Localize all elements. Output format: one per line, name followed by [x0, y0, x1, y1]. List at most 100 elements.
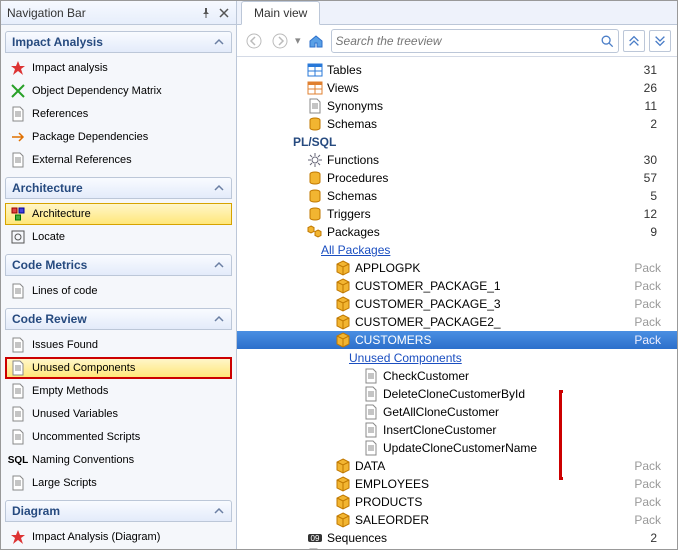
search-icon[interactable] — [600, 34, 614, 48]
tree-label: Triggers — [327, 207, 371, 221]
tree-row[interactable]: Views26 — [237, 79, 677, 97]
seq-icon — [307, 530, 323, 546]
tree-row[interactable]: EMPLOYEESPack — [237, 475, 677, 493]
tree-row[interactable]: Packages9 — [237, 223, 677, 241]
tree-row[interactable]: DeleteCloneCustomerById — [237, 385, 677, 403]
tree-section[interactable]: PL/SQL — [237, 133, 677, 151]
nav-item-label: Uncommented Scripts — [32, 431, 140, 443]
nav-item[interactable]: Unused Variables — [5, 403, 232, 425]
tree-label: EMPLOYEES — [355, 477, 429, 491]
close-icon[interactable] — [218, 7, 230, 19]
tree-row[interactable]: CUSTOMER_PACKAGE2_Pack — [237, 313, 677, 331]
tree-label: DATA — [355, 459, 385, 473]
nav-item-label: Architecture — [32, 208, 91, 220]
method-icon — [363, 422, 379, 438]
tree-row[interactable]: APPLOGPKPack — [237, 259, 677, 277]
tree-row[interactable]: PRODUCTSPack — [237, 493, 677, 511]
tree-type-label: Pack — [634, 513, 663, 527]
tree-count: 30 — [644, 153, 663, 167]
tree-row[interactable]: UpdateCloneCustomerName — [237, 439, 677, 457]
nav-item-label: External References — [32, 154, 132, 166]
group-header[interactable]: Diagram — [5, 500, 232, 522]
tree-row[interactable]: Tables31 — [237, 61, 677, 79]
nav-item[interactable]: Object Dependency Matrix — [5, 80, 232, 102]
tree-row[interactable]: Schemas2 — [237, 115, 677, 133]
nav-item-label: Package Dependencies — [32, 131, 148, 143]
nav-item[interactable]: Uncommented Scripts — [5, 426, 232, 448]
group-title: Code Review — [12, 312, 87, 326]
tree-row[interactable]: SALEORDER Pack — [237, 511, 677, 529]
nav-item[interactable]: SQLNaming Conventions — [5, 449, 232, 471]
nav-item[interactable]: Impact Analysis (Diagram) — [5, 526, 232, 548]
pkg-icon — [335, 476, 351, 492]
nav-item[interactable]: Architecture — [5, 203, 232, 225]
tree-label: SALEORDER — [355, 513, 429, 527]
nav-item[interactable]: Package Dependencies — [5, 126, 232, 148]
tree-label: All Packages — [321, 243, 390, 257]
pkg-icon — [335, 458, 351, 474]
sql-icon: SQL — [10, 452, 26, 468]
tree-type-label: Pack — [634, 333, 663, 347]
nav-item[interactable]: Locate — [5, 226, 232, 248]
nav-item[interactable]: Large Scripts — [5, 472, 232, 494]
search-input[interactable] — [336, 34, 600, 48]
tree-row[interactable]: CheckCustomer — [237, 367, 677, 385]
collapse-up-button[interactable] — [623, 30, 645, 52]
tree-row[interactable]: Synonyms11 — [237, 97, 677, 115]
nav-item[interactable]: Issues Found — [5, 334, 232, 356]
tree-row[interactable]: DATA Pack — [237, 457, 677, 475]
tree-row[interactable]: Schemas5 — [237, 187, 677, 205]
nav-item[interactable]: Impact analysis — [5, 57, 232, 79]
group-header[interactable]: Code Review — [5, 308, 232, 330]
back-button[interactable] — [243, 30, 265, 52]
tree-count: 11 — [645, 99, 663, 113]
tree-row[interactable]: Sequences2 — [237, 529, 677, 547]
search-box[interactable] — [331, 29, 619, 53]
toolbar: ▾ — [237, 25, 677, 57]
tree-row[interactable]: CUSTOMER_PACKAGE_1Pack — [237, 277, 677, 295]
nav-item[interactable]: Empty Methods — [5, 380, 232, 402]
tree-type-label: Pack — [634, 315, 663, 329]
nav-item-label: References — [32, 108, 88, 120]
expand-down-button[interactable] — [649, 30, 671, 52]
unused-icon — [10, 360, 26, 376]
nav-item[interactable]: References — [5, 103, 232, 125]
table-icon — [307, 62, 323, 78]
method-icon — [363, 368, 379, 384]
nav-item-label: Impact Analysis (Diagram) — [32, 531, 160, 543]
tree-row[interactable]: Unused Components — [237, 349, 677, 367]
tree-row[interactable]: Triggers12 — [237, 205, 677, 223]
nav-item[interactable]: Unused Components — [5, 357, 232, 379]
tree-label: CheckCustomer — [383, 369, 469, 383]
pkgs-icon — [307, 224, 323, 240]
home-button[interactable] — [305, 30, 327, 52]
tree-row[interactable]: Files13 — [237, 547, 677, 549]
tree-row[interactable]: All Packages — [237, 241, 677, 259]
history-dropdown-icon[interactable]: ▾ — [295, 34, 301, 47]
nav-title-bar: Navigation Bar — [1, 1, 236, 25]
pkg-icon — [335, 260, 351, 276]
group-header[interactable]: Architecture — [5, 177, 232, 199]
tree-row[interactable]: CUSTOMERSPack — [237, 331, 677, 349]
group-header[interactable]: Code Metrics — [5, 254, 232, 276]
forward-button[interactable] — [269, 30, 291, 52]
tree-row[interactable]: Functions30 — [237, 151, 677, 169]
uvar-icon — [10, 406, 26, 422]
tree-row[interactable]: CUSTOMER_PACKAGE_3Pack — [237, 295, 677, 313]
tree-label: PL/SQL — [293, 135, 336, 149]
tree-type-label: Pack — [634, 495, 663, 509]
nav-item[interactable]: External References — [5, 149, 232, 171]
tree-row[interactable]: Procedures57 — [237, 169, 677, 187]
pkg-icon — [335, 332, 351, 348]
pkg-icon — [335, 278, 351, 294]
group-header[interactable]: Impact Analysis — [5, 31, 232, 53]
nav-item[interactable]: Lines of code — [5, 280, 232, 302]
schema-icon — [307, 188, 323, 204]
treeview[interactable]: Tables31Views26Synonyms11Schemas2 PL/SQL F… — [237, 57, 677, 549]
tree-label: CUSTOMER_PACKAGE_1 — [355, 279, 501, 293]
tree-row[interactable]: GetAllCloneCustomer — [237, 403, 677, 421]
pin-icon[interactable] — [200, 7, 212, 19]
tree-type-label: Pack — [634, 459, 663, 473]
tab-main-view[interactable]: Main view — [241, 1, 320, 25]
tree-row[interactable]: InsertCloneCustomer — [237, 421, 677, 439]
